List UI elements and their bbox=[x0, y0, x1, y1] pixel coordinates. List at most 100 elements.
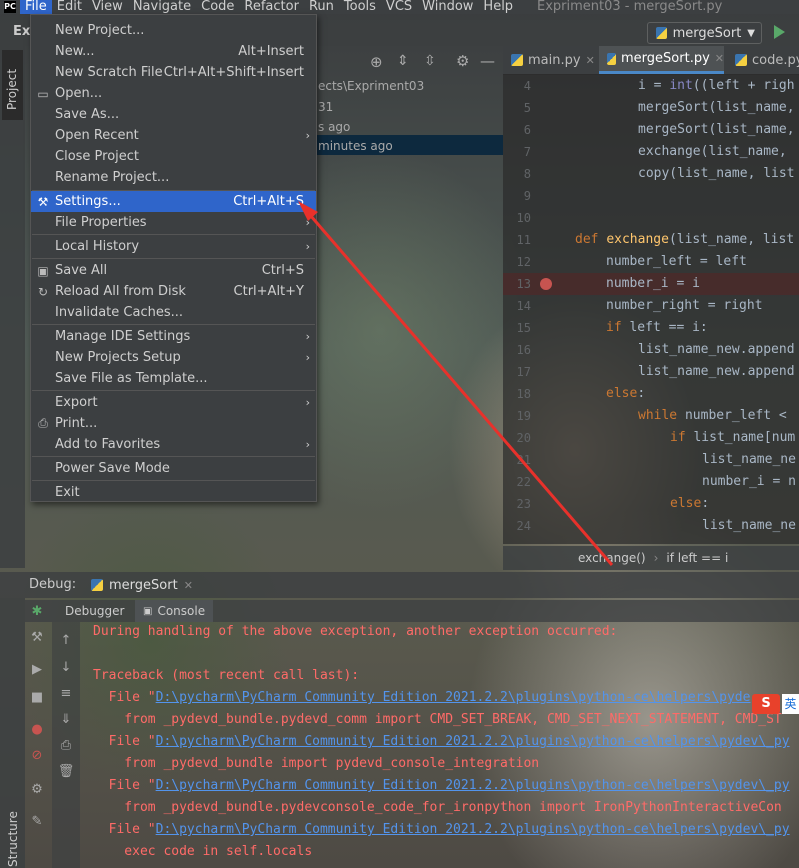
line-number: 24 bbox=[516, 519, 531, 533]
menu-item-file-properties[interactable]: File Properties › bbox=[31, 212, 316, 233]
debug-session-tab[interactable]: mergeSort ✕ bbox=[91, 572, 193, 598]
console-icon: ▣ bbox=[143, 605, 153, 617]
menu-item-save-all[interactable]: ▣ Save All Ctrl+S bbox=[31, 260, 316, 281]
menu-vcs[interactable]: VCS bbox=[381, 0, 417, 14]
project-tab-label: Project bbox=[5, 68, 19, 110]
wrench-icon[interactable]: ⚒ bbox=[30, 630, 44, 645]
stop-icon[interactable]: ■ bbox=[30, 690, 44, 705]
menu-item-open[interactable]: ▭ Open... bbox=[31, 83, 316, 104]
chevron-right-icon: › bbox=[653, 551, 659, 565]
menu-tools[interactable]: Tools bbox=[339, 0, 381, 14]
pin-icon[interactable]: ✎ bbox=[30, 814, 44, 829]
mute-breakpoints-icon[interactable]: ⊘ bbox=[30, 748, 44, 763]
close-icon[interactable]: ✕ bbox=[586, 54, 595, 67]
menu-item-save-as[interactable]: Save As... bbox=[31, 104, 316, 125]
left-tool-stripe bbox=[0, 46, 25, 568]
resume-icon[interactable]: ▶ bbox=[30, 662, 44, 677]
menu-item-print[interactable]: ⎙ Print... bbox=[31, 413, 316, 434]
line-number: 19 bbox=[516, 409, 531, 423]
line-number: 16 bbox=[516, 343, 531, 357]
menu-item-local-history[interactable]: Local History › bbox=[31, 236, 316, 257]
view-breakpoints-icon[interactable]: ● bbox=[30, 722, 44, 737]
debug-title: Debug: bbox=[29, 577, 77, 592]
menu-item-power-save-mode[interactable]: Power Save Mode bbox=[31, 458, 316, 479]
menu-item-new-project[interactable]: New Project... bbox=[31, 20, 316, 41]
menu-item-invalidate-caches[interactable]: Invalidate Caches... bbox=[31, 302, 316, 323]
line-number: 6 bbox=[523, 123, 531, 137]
gear-icon[interactable]: ⚙ bbox=[30, 782, 44, 797]
print-icon[interactable]: ⎙ bbox=[59, 738, 73, 753]
breadcrumb-item[interactable]: if left == i bbox=[666, 551, 728, 565]
project-tree-selected-text: minutes ago bbox=[318, 139, 393, 153]
menu-item-add-to-favorites[interactable]: Add to Favorites › bbox=[31, 434, 316, 455]
run-icon[interactable] bbox=[774, 25, 785, 39]
menu-refactor[interactable]: Refactor bbox=[239, 0, 304, 14]
menu-item-close-project[interactable]: Close Project bbox=[31, 146, 316, 167]
menu-item-export[interactable]: Export › bbox=[31, 392, 316, 413]
tab-label: Debugger bbox=[65, 604, 125, 618]
project-tree-line: s ago bbox=[318, 120, 351, 134]
run-configuration-select[interactable]: mergeSort ▼ bbox=[647, 22, 762, 44]
tab-mergesort-py[interactable]: mergeSort.py ✕ bbox=[599, 46, 724, 74]
line-number: 7 bbox=[523, 145, 531, 159]
collapse-all-icon[interactable]: ⇳ bbox=[424, 53, 436, 69]
gear-icon[interactable]: ⚙ bbox=[456, 52, 469, 70]
ime-language-toggle[interactable]: 英 bbox=[782, 694, 799, 714]
file-link[interactable]: D:\pycharm\PyCharm Community Edition 202… bbox=[156, 690, 751, 705]
menu-item-save-file-as-template[interactable]: Save File as Template... bbox=[31, 368, 316, 389]
refresh-icon: ↻ bbox=[37, 284, 49, 299]
breakpoint-icon[interactable] bbox=[540, 278, 552, 290]
structure-tool-tab[interactable]: Structure bbox=[2, 811, 23, 868]
close-icon[interactable]: ✕ bbox=[715, 52, 724, 65]
menu-divider bbox=[32, 324, 315, 325]
menu-item-open-recent[interactable]: Open Recent › bbox=[31, 125, 316, 146]
menu-divider bbox=[32, 390, 315, 391]
menu-item-new-projects-setup[interactable]: New Projects Setup › bbox=[31, 347, 316, 368]
run-config-label: mergeSort bbox=[672, 25, 742, 41]
menu-item-manage-ide-settings[interactable]: Manage IDE Settings › bbox=[31, 326, 316, 347]
ime-logo-icon[interactable]: S bbox=[752, 694, 780, 714]
expand-all-icon[interactable]: ⇕ bbox=[397, 53, 409, 69]
menu-file[interactable]: File bbox=[20, 0, 52, 14]
file-link[interactable]: D:\pycharm\PyCharm Community Edition 202… bbox=[156, 734, 790, 749]
menu-item-settings[interactable]: ⚒ Settings... Ctrl+Alt+S bbox=[31, 191, 316, 212]
hide-panel-icon[interactable]: — bbox=[480, 52, 495, 70]
tab-code-py[interactable]: code.py bbox=[735, 46, 799, 74]
scroll-to-end-icon[interactable]: ⇓ bbox=[59, 712, 73, 727]
file-link[interactable]: D:\pycharm\PyCharm Community Edition 202… bbox=[156, 778, 790, 793]
file-link[interactable]: D:\pycharm\PyCharm Community Edition 202… bbox=[156, 822, 790, 837]
project-path: ects\Expriment03 bbox=[318, 79, 425, 93]
pycharm-logo-icon: PC bbox=[4, 1, 16, 13]
menu-window[interactable]: Window bbox=[417, 0, 478, 14]
code-line: number_left = left bbox=[606, 254, 747, 269]
menu-item-rename-project[interactable]: Rename Project... bbox=[31, 167, 316, 188]
project-tool-tab[interactable]: Project bbox=[2, 50, 23, 120]
tab-debugger[interactable]: Debugger bbox=[57, 600, 132, 622]
tab-main-py[interactable]: main.py ✕ bbox=[511, 46, 601, 74]
menu-edit[interactable]: Edit bbox=[52, 0, 87, 14]
soft-wrap-icon[interactable]: ≡ bbox=[59, 686, 73, 701]
menu-help[interactable]: Help bbox=[478, 0, 518, 14]
line-number: 17 bbox=[516, 365, 531, 379]
menu-item-new-scratch-file[interactable]: New Scratch File Ctrl+Alt+Shift+Insert bbox=[31, 62, 316, 83]
menu-run[interactable]: Run bbox=[304, 0, 339, 14]
chevron-right-icon: › bbox=[305, 351, 310, 364]
menu-item-exit[interactable]: Exit bbox=[31, 482, 316, 503]
menu-navigate[interactable]: Navigate bbox=[128, 0, 196, 14]
scroll-up-icon[interactable]: ↑ bbox=[59, 633, 73, 648]
python-file-icon bbox=[607, 52, 617, 65]
scroll-down-icon[interactable]: ↓ bbox=[59, 660, 73, 675]
menu-item-new[interactable]: New... Alt+Insert bbox=[31, 41, 316, 62]
trash-icon[interactable]: 🗑 bbox=[58, 764, 75, 779]
bug-icon[interactable]: ✱ bbox=[30, 604, 44, 619]
menu-view[interactable]: View bbox=[87, 0, 128, 14]
breadcrumb-item[interactable]: exchange() bbox=[578, 551, 646, 565]
code-line: mergeSort(list_name, bbox=[638, 100, 795, 115]
console-line: File "D:\pycharm\PyCharm Community Editi… bbox=[93, 778, 790, 793]
tab-console[interactable]: ▣ Console bbox=[135, 600, 214, 622]
close-icon[interactable]: ✕ bbox=[184, 579, 193, 592]
menu-code[interactable]: Code bbox=[196, 0, 239, 14]
menu-item-reload-all[interactable]: ↻ Reload All from Disk Ctrl+Alt+Y bbox=[31, 281, 316, 302]
code-line: list_name_ne bbox=[702, 518, 796, 533]
locate-icon[interactable]: ⊕ bbox=[370, 53, 383, 71]
